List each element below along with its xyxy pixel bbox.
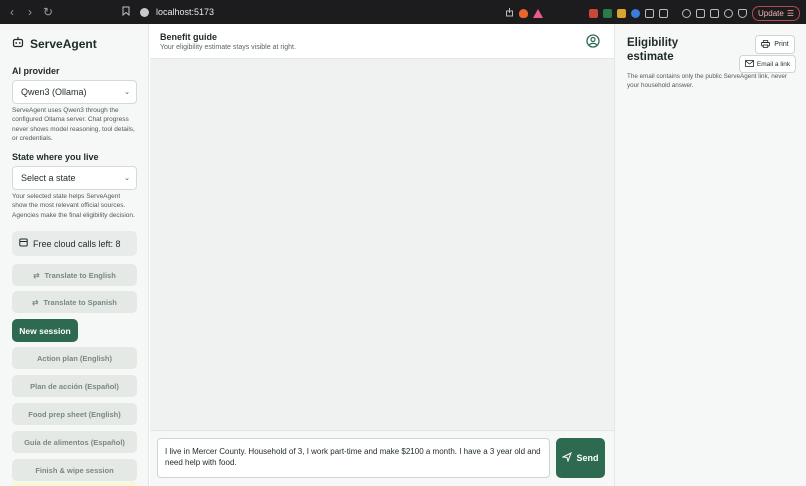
- chevron-updown-icon: ⌄: [124, 175, 130, 183]
- eligibility-note: The email contains only the public Serve…: [627, 73, 787, 89]
- state-heading: State where you live: [12, 152, 99, 163]
- back-icon[interactable]: ‹: [6, 5, 18, 19]
- share-icon[interactable]: [505, 4, 514, 22]
- provider-help-text: ServeAgent uses Qwen3 through the config…: [12, 107, 135, 142]
- site-info-icon[interactable]: [140, 7, 149, 17]
- sidebar: ServeAgent AI provider Qwen3 (Ollama) ⌄ …: [0, 24, 149, 486]
- send-icon: [561, 451, 573, 464]
- leo-ai-icon[interactable]: [724, 8, 734, 18]
- brave-shield-icon[interactable]: [519, 8, 529, 18]
- chevron-updown-icon: ⌄: [124, 89, 130, 96]
- extension-green-icon[interactable]: [603, 8, 613, 18]
- printer-icon: [761, 39, 771, 50]
- extension-yellow-icon[interactable]: [617, 8, 627, 18]
- action-plan-spanish-button[interactable]: Plan de acción (Español): [12, 375, 137, 398]
- cloud-calls-text: Free cloud calls left: 8: [33, 238, 121, 249]
- forward-icon[interactable]: ›: [24, 5, 36, 19]
- page-subtitle: Your eligibility estimate stays visible …: [160, 44, 296, 51]
- brave-rewards-icon[interactable]: [533, 8, 544, 18]
- mail-icon: [744, 59, 754, 69]
- address-bar[interactable]: localhost:5173: [156, 7, 214, 17]
- translate-english-button[interactable]: ⇄ Translate to English: [12, 264, 137, 287]
- bookmark-icon[interactable]: [122, 6, 130, 19]
- state-help-text: Your selected state helps ServeAgent sho…: [12, 193, 135, 219]
- wallet-icon[interactable]: [710, 8, 720, 18]
- translate-icon: ⇄: [32, 297, 39, 307]
- robot-icon: [12, 35, 24, 53]
- action-plan-english-button[interactable]: Action plan (English): [12, 347, 137, 370]
- reload-icon[interactable]: ↻: [42, 5, 54, 19]
- provider-select[interactable]: Qwen3 (Ollama) ⌄: [12, 80, 137, 104]
- cloud-calls-badge: Free cloud calls left: 8: [12, 231, 137, 257]
- update-button[interactable]: Update ☰: [752, 5, 800, 21]
- extensions-puzzle-icon[interactable]: [645, 8, 655, 18]
- provider-selected-value: Qwen3 (Ollama): [21, 87, 87, 97]
- state-select[interactable]: Select a state ⌄: [12, 166, 137, 191]
- food-guide-spanish-button[interactable]: Guía de alimentos (Español): [12, 431, 137, 454]
- provider-heading: AI provider: [12, 66, 60, 76]
- composer: I live in Mercer County. Household of 3,…: [150, 430, 614, 486]
- browser-actions: Update ☰: [505, 4, 800, 22]
- send-button[interactable]: Send: [556, 438, 605, 478]
- chat-main: Benefit guide Your eligibility estimate …: [150, 24, 614, 486]
- sidebar-toggle-icon[interactable]: [696, 8, 706, 18]
- translate-icon: ⇄: [33, 270, 40, 280]
- new-session-button[interactable]: New session: [12, 319, 78, 343]
- state-placeholder: Select a state: [21, 173, 76, 184]
- page-title: Benefit guide: [160, 32, 218, 42]
- extension-blue-icon[interactable]: [631, 8, 641, 18]
- email-link-button[interactable]: Email a link: [739, 55, 796, 73]
- menu-icon: ☰: [786, 8, 794, 18]
- print-button[interactable]: Print: [755, 35, 795, 54]
- finish-wipe-button[interactable]: Finish & wipe session: [12, 459, 137, 482]
- account-icon[interactable]: [586, 34, 600, 53]
- extension-grid-icon[interactable]: [659, 8, 669, 18]
- media-icon[interactable]: [682, 8, 692, 18]
- database-icon: [19, 238, 28, 249]
- brand-name: ServeAgent: [30, 37, 97, 51]
- eligibility-panel: Eligibility estimate Print Email a link …: [614, 24, 806, 486]
- sidebar-overflow-hint: [12, 482, 137, 486]
- brand: ServeAgent: [12, 36, 136, 52]
- eligibility-title: Eligibility estimate: [627, 37, 679, 63]
- translate-spanish-button[interactable]: ⇄ Translate to Spanish: [12, 291, 137, 314]
- vpn-shield-icon[interactable]: [738, 8, 748, 18]
- chat-header: Benefit guide Your eligibility estimate …: [150, 24, 614, 59]
- message-input[interactable]: I live in Mercer County. Household of 3,…: [157, 438, 550, 478]
- food-prep-english-button[interactable]: Food prep sheet (English): [12, 403, 137, 426]
- extension-red-icon[interactable]: [589, 8, 599, 18]
- browser-toolbar: ‹ › ↻ localhost:5173 Update ☰: [0, 0, 806, 24]
